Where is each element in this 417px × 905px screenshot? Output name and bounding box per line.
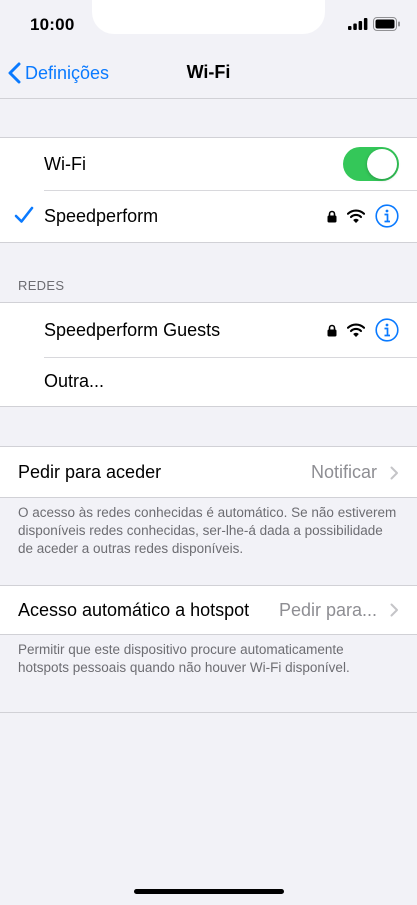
hotspot-row[interactable]: Acesso automático a hotspot Pedir para..…: [0, 586, 417, 634]
networks-group: Speedperform Guests Outra...: [0, 302, 417, 407]
hotspot-footer: Permitir que este dispositivo procure au…: [18, 642, 350, 675]
checkmark-icon: [14, 206, 34, 223]
ask-join-group: Pedir para aceder Notificar: [0, 446, 417, 498]
navigation-bar: Definições Wi-Fi: [0, 48, 417, 99]
hotspot-label: Acesso automático a hotspot: [18, 599, 250, 620]
other-network-row[interactable]: Outra...: [0, 357, 417, 406]
network-icons: [327, 204, 399, 228]
chevron-right-icon: [390, 603, 398, 617]
ask-join-label: Pedir para aceder: [18, 461, 162, 482]
ask-join-footer: O acesso às redes conhecidas é automátic…: [18, 505, 397, 556]
notch: [92, 0, 325, 34]
divider: [0, 712, 417, 713]
network-icons: [327, 318, 399, 342]
battery-icon: [373, 17, 400, 31]
connected-network-name: Speedperform: [44, 205, 159, 226]
wifi-toggle-label: Wi-Fi: [44, 153, 86, 174]
hotspot-value: Pedir para...: [278, 599, 377, 620]
wifi-toggle-row: Wi-Fi: [0, 138, 417, 190]
network-row[interactable]: Speedperform Guests: [0, 303, 417, 357]
network-name: Speedperform Guests: [44, 319, 221, 340]
status-time: 10:00: [30, 15, 75, 34]
info-icon[interactable]: [375, 204, 399, 228]
status-bar: 10:00: [0, 0, 417, 48]
other-network-label: Outra...: [44, 371, 105, 391]
wifi-signal-icon: [347, 323, 365, 337]
wifi-signal-icon: [347, 209, 365, 223]
lock-icon: [327, 210, 337, 222]
wifi-group: Wi-Fi Speedperform: [0, 137, 417, 243]
home-indicator[interactable]: [134, 889, 284, 894]
chevron-right-icon: [390, 466, 398, 480]
page-title: Wi-Fi: [186, 62, 231, 82]
lock-icon: [327, 324, 337, 336]
networks-header: REDES: [18, 278, 65, 293]
wifi-toggle[interactable]: [343, 147, 399, 181]
screen: 10:00 Definições Wi-Fi Wi-Fi Speedperfor…: [0, 0, 417, 905]
connected-network-row[interactable]: Speedperform: [0, 190, 417, 242]
ask-join-row[interactable]: Pedir para aceder Notificar: [0, 447, 417, 497]
cellular-signal-icon: [348, 18, 368, 30]
info-icon[interactable]: [375, 318, 399, 342]
hotspot-group: Acesso automático a hotspot Pedir para..…: [0, 585, 417, 635]
ask-join-value: Notificar: [310, 461, 377, 482]
